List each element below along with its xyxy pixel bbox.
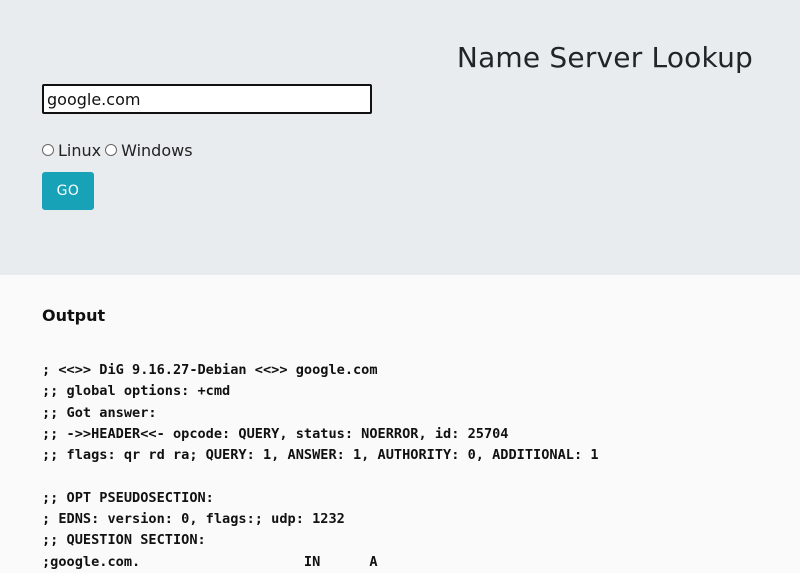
linux-radio[interactable]	[42, 144, 54, 156]
output-line: ;; flags: qr rd ra; QUERY: 1, ANSWER: 1,…	[42, 447, 599, 464]
go-button[interactable]: GO	[42, 172, 94, 210]
output-line: ;; ->>HEADER<<- opcode: QUERY, status: N…	[42, 425, 509, 442]
output-line: ; <<>> DiG 9.16.27-Debian <<>> google.co…	[42, 362, 378, 378]
linux-radio-label[interactable]: Linux	[58, 141, 101, 160]
output-line: ;; QUESTION SECTION:	[42, 532, 206, 549]
output-line: ;; Got answer:	[42, 404, 157, 421]
windows-radio[interactable]	[105, 144, 118, 156]
windows-radio-label[interactable]: Windows	[121, 141, 192, 160]
os-selector: Linux Windows	[42, 138, 197, 162]
output-heading: Output	[42, 306, 106, 325]
lookup-panel: Name Server Lookup Linux Windows GO	[0, 0, 800, 275]
output-line: ;; global options: +cmd	[42, 383, 231, 400]
dig-output: ; <<>> DiG 9.16.27-Debian <<>> google.co…	[42, 360, 599, 573]
output-line: ;google.com. IN A	[42, 553, 378, 570]
output-line: ;; OPT PSEUDOSECTION:	[42, 489, 214, 506]
domain-input[interactable]	[42, 84, 372, 114]
page-title: Name Server Lookup	[456, 41, 753, 74]
output-line: ; EDNS: version: 0, flags:; udp: 1232	[42, 511, 345, 528]
